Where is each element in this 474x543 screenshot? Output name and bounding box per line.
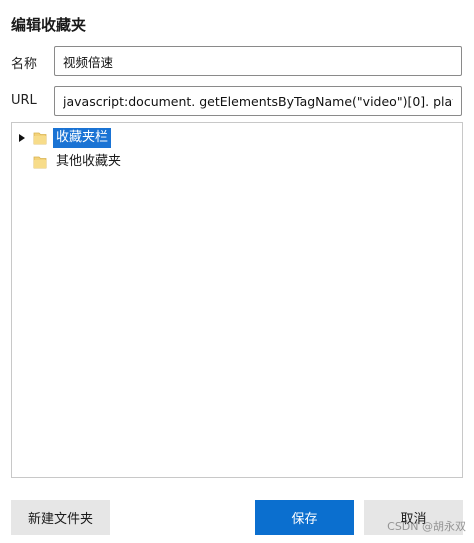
url-input[interactable] <box>54 86 462 116</box>
url-label: URL <box>11 93 37 108</box>
chevron-right-icon[interactable] <box>19 134 25 142</box>
name-input[interactable] <box>54 46 462 76</box>
dialog-title: 编辑收藏夹 <box>11 16 87 34</box>
name-label: 名称 <box>11 57 38 72</box>
tree-item-other-favorites[interactable]: 其他收藏夹 <box>12 151 124 173</box>
tree-item-label: 收藏夹栏 <box>53 128 112 148</box>
folder-icon <box>33 156 47 169</box>
edit-favorite-dialog: 编辑收藏夹 名称 URL 收藏夹栏 其他收藏夹 新建文件夹 保存 取消 CSDN… <box>0 0 474 543</box>
folder-tree[interactable]: 收藏夹栏 其他收藏夹 <box>11 122 463 478</box>
tree-item-favorites-bar[interactable]: 收藏夹栏 <box>12 127 112 149</box>
tree-item-label: 其他收藏夹 <box>56 154 122 169</box>
save-button[interactable]: 保存 <box>255 500 354 535</box>
new-folder-button[interactable]: 新建文件夹 <box>11 500 110 535</box>
cancel-button[interactable]: 取消 <box>364 500 463 535</box>
folder-icon <box>33 132 47 145</box>
